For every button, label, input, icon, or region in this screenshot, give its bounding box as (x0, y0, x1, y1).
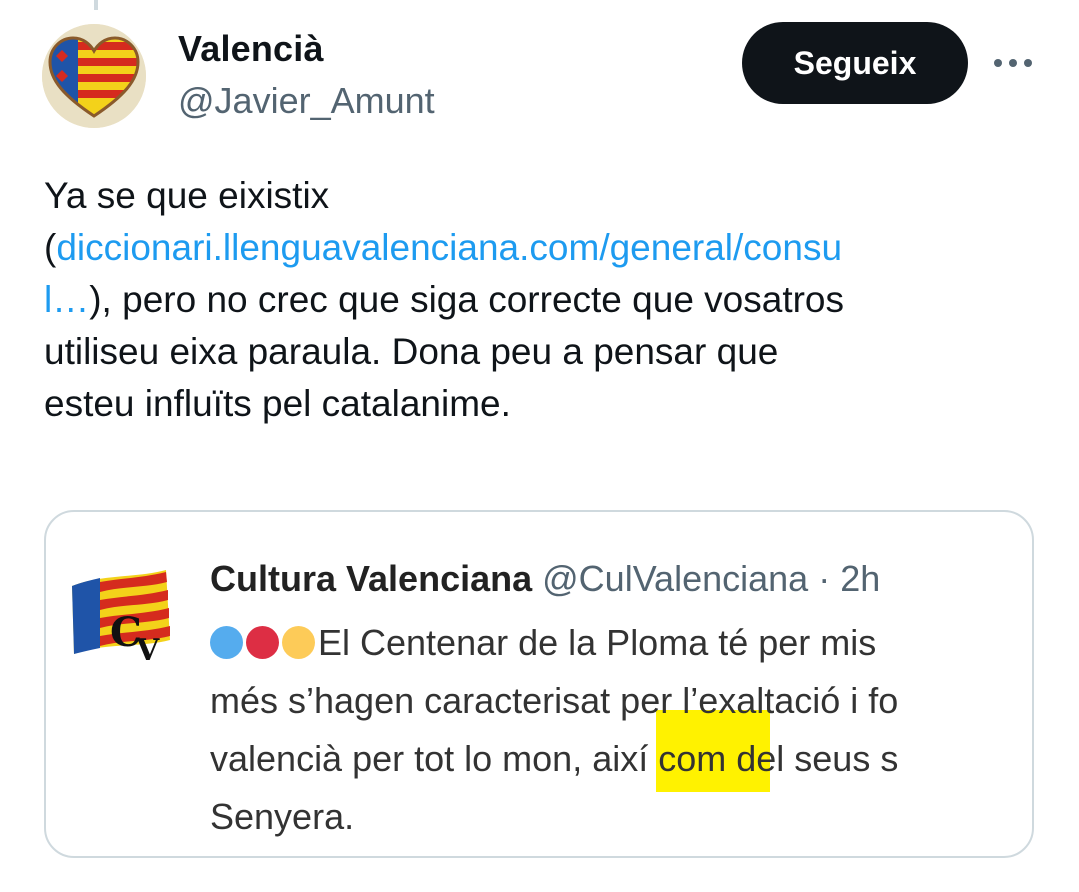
blue-circle-icon (210, 626, 243, 659)
tweet-text-line: (diccionari.llenguavalenciana.com/genera… (44, 227, 843, 268)
follow-button[interactable]: Segueix (742, 22, 968, 104)
dictionary-link[interactable]: diccionari.llenguavalenciana.com/general… (56, 227, 842, 268)
more-options-icon[interactable] (994, 56, 1034, 70)
tweet-text-line: Ya se que eixistix (44, 175, 330, 216)
thread-connector-line (94, 0, 98, 10)
red-circle-icon (246, 626, 279, 659)
tweet-text-line: esteu influïts pel catalanime. (44, 383, 511, 424)
quoted-text-line: valencià per tot lo mon, així com del se… (210, 738, 899, 779)
dictionary-link-tail[interactable]: l… (44, 279, 89, 320)
quoted-author-name[interactable]: Cultura Valenciana (210, 558, 532, 599)
tweet-text-line: l…), pero no crec que siga correcte que … (44, 279, 845, 320)
quoted-text-line: Senyera. (210, 796, 355, 837)
quoted-tweet-card[interactable]: C V Cultura Valenciana @CulValenciana · … (44, 510, 1034, 858)
quoted-timestamp[interactable]: 2h (840, 558, 880, 599)
tweet-text-line: utiliseu eixa paraula. Dona peu a pensar… (44, 331, 779, 372)
quoted-author-handle[interactable]: @CulValenciana (542, 558, 808, 599)
yellow-circle-icon (282, 626, 315, 659)
quoted-text-line: El Centenar de la Ploma té per mis (210, 614, 898, 672)
quoted-tweet-header: Cultura Valenciana @CulValenciana · 2h (210, 558, 880, 600)
heart-flag-icon (42, 24, 146, 128)
quoted-author-avatar[interactable]: C V (62, 556, 176, 670)
svg-text:V: V (135, 633, 160, 668)
author-handle[interactable]: @Javier_Amunt (178, 80, 435, 122)
author-name[interactable]: Valencià (178, 28, 324, 70)
quoted-tweet-text: El Centenar de la Ploma té per mis més s… (210, 614, 898, 846)
author-avatar[interactable] (42, 24, 146, 128)
tweet-text: Ya se que eixistix (diccionari.llenguava… (44, 170, 1044, 430)
cv-flag-logo-icon: C V (72, 570, 170, 668)
meta-separator: · (818, 558, 831, 599)
quoted-text-line: més s’hagen caracterisat per l’exaltació… (210, 680, 899, 721)
